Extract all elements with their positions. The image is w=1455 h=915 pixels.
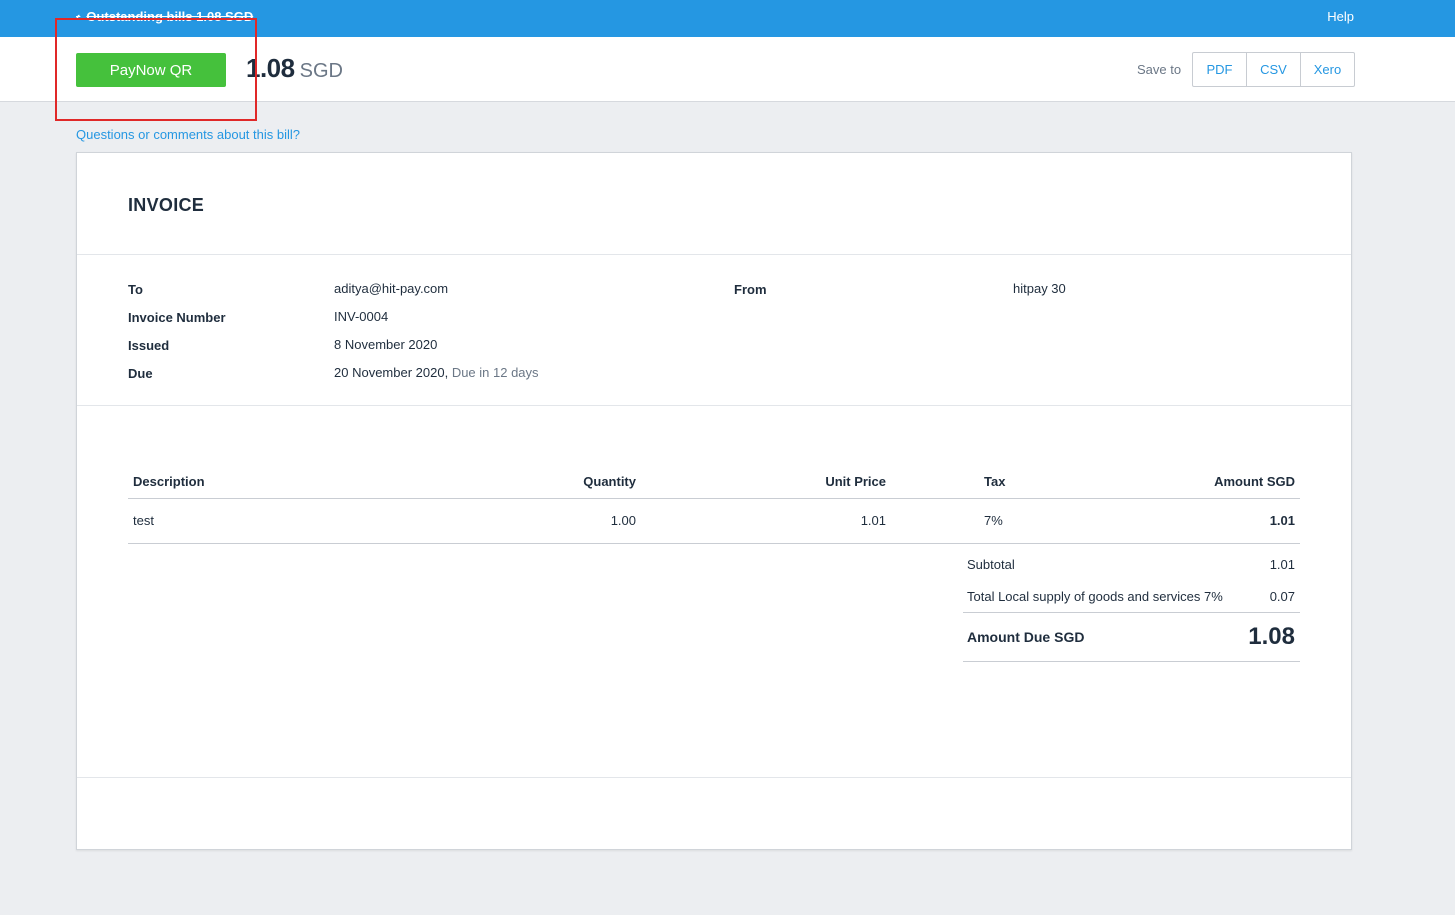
save-xero-button[interactable]: Xero [1301,53,1354,86]
column-header-tax: Tax [984,474,1006,489]
amount-due-rule [963,661,1300,662]
divider [77,254,1351,255]
save-to-button-group: PDF CSV Xero [1192,52,1355,87]
subtotal-label: Subtotal [967,557,1015,572]
row-amount: 1.01 [1269,513,1295,528]
from-value: hitpay 30 [1013,281,1066,296]
due-date: 20 November 2020, [334,365,449,380]
due-note: Due in 12 days [451,365,539,380]
from-label: From [734,282,767,297]
tax-total-label: Total Local supply of goods and services… [967,589,1223,604]
chevron-left-icon: ‹ [76,9,81,24]
issued-label: Issued [128,338,170,353]
to-label: To [128,282,143,297]
save-pdf-button[interactable]: PDF [1193,53,1247,86]
action-bar: PayNow QR 1.08 SGD Save to PDF CSV Xero [0,37,1455,102]
divider [77,405,1351,406]
column-header-description: Description [133,474,205,489]
invoice-title: INVOICE [128,195,205,215]
paynow-qr-button[interactable]: PayNow QR [76,53,226,87]
due-label: Due [128,366,153,381]
invoice-number-label: Invoice Number [128,310,226,325]
column-header-unit-price: Unit Price [825,474,886,489]
tax-total-value: 0.07 [1269,589,1295,604]
back-link-outstanding-bills[interactable]: ‹ Outstanding bills 1.08 SGD [76,9,253,24]
save-csv-button[interactable]: CSV [1247,53,1301,86]
subtotal-value: 1.01 [1269,557,1295,572]
header-amount-value: 1.08 [246,53,295,83]
column-header-quantity: Quantity [583,474,636,489]
header-amount: 1.08 SGD [246,53,343,84]
row-quantity: 1.00 [610,513,636,528]
invoice-number-value: INV-0004 [334,309,389,324]
due-value: 20 November 2020, Due in 12 days [334,365,539,380]
amount-due-label: Amount Due SGD [967,629,1085,645]
to-value: aditya@hit-pay.com [334,281,449,296]
top-bar: ‹ Outstanding bills 1.08 SGD Help [0,0,1455,37]
table-row-rule [128,543,1300,544]
table-header-rule [128,498,1300,499]
row-tax: 7% [984,513,1003,528]
totals-rule [963,612,1300,613]
column-header-amount: Amount SGD [1214,474,1295,489]
back-link-label: Outstanding bills 1.08 SGD [86,9,254,24]
questions-comments-link[interactable]: Questions or comments about this bill? [76,127,300,142]
row-unit-price: 1.01 [860,513,886,528]
divider [77,777,1351,778]
invoice-card: INVOICE To aditya@hit-pay.com Invoice Nu… [76,152,1352,850]
issued-value: 8 November 2020 [334,337,438,352]
save-to-label: Save to [1137,62,1182,77]
amount-due-value: 1.08 [1248,623,1295,650]
header-amount-currency: SGD [299,60,343,82]
help-link[interactable]: Help [1327,9,1354,24]
row-description: test [133,513,154,528]
